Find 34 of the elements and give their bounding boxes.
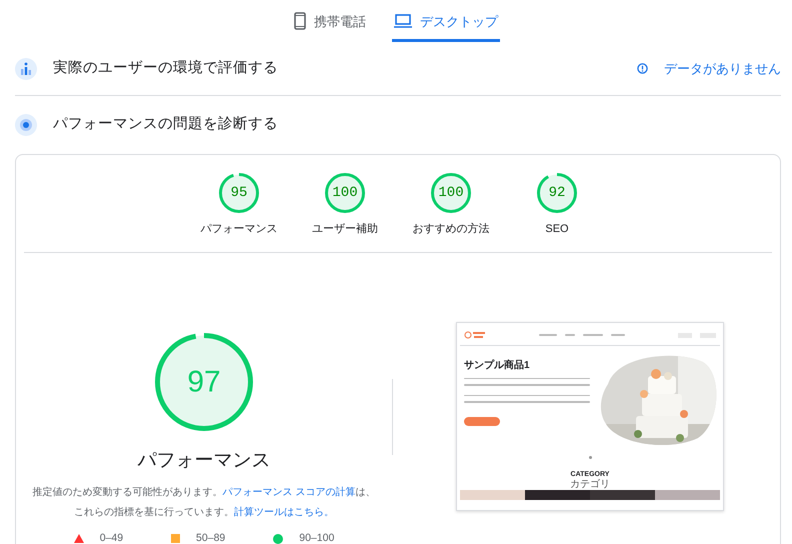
category-label: おすすめの方法 bbox=[412, 222, 490, 237]
link[interactable]: パフォーマンス スコアの計算 bbox=[222, 487, 356, 498]
info-icon bbox=[637, 63, 648, 74]
phone-icon bbox=[294, 12, 306, 30]
category-thumbnail bbox=[655, 490, 720, 500]
target-icon bbox=[15, 114, 37, 136]
range-label: 0–49 bbox=[100, 531, 124, 544]
link[interactable]: 計算ツールはこちら。 bbox=[234, 507, 334, 518]
hero-heading: サンプル商品1 bbox=[464, 358, 531, 372]
chart-icon bbox=[15, 58, 37, 80]
laptop-icon bbox=[394, 14, 412, 28]
category-label: ユーザー補助 bbox=[312, 222, 378, 237]
category-label: パフォーマンス bbox=[200, 222, 278, 237]
category-thumbnail bbox=[460, 490, 525, 500]
tab[interactable]: 携帯電話 bbox=[292, 6, 368, 42]
score-title: パフォーマンス bbox=[138, 448, 270, 472]
section-subheading: カテゴリ bbox=[569, 478, 611, 490]
range-label: 90–100 bbox=[299, 531, 334, 544]
no-data-text: データがありません bbox=[664, 60, 781, 78]
score-gauge: 100 bbox=[325, 173, 365, 213]
tab[interactable]: デスクトップ bbox=[392, 6, 500, 42]
score-gauge: 100 bbox=[431, 173, 471, 213]
category-label: SEO bbox=[545, 222, 569, 237]
section-title: パフォーマンスの問題を診断する bbox=[53, 115, 278, 134]
carousel-dot bbox=[588, 456, 592, 458]
range-label: 50–89 bbox=[196, 531, 226, 544]
score-gauge: 92 bbox=[537, 173, 577, 213]
description: 推定値のため変動する可能性があります。パフォーマンス スコアの計算は、これらの指標を基に行っています。計算ツールはこちら。 bbox=[32, 486, 376, 520]
logo-icon bbox=[464, 331, 486, 339]
category-thumbnail bbox=[525, 490, 590, 500]
score-gauge: 97 bbox=[155, 332, 253, 430]
category-thumbnail bbox=[590, 490, 655, 500]
score-gauge: 95 bbox=[219, 173, 259, 213]
section-title: 実際のユーザーの環境で評価する bbox=[53, 58, 279, 78]
